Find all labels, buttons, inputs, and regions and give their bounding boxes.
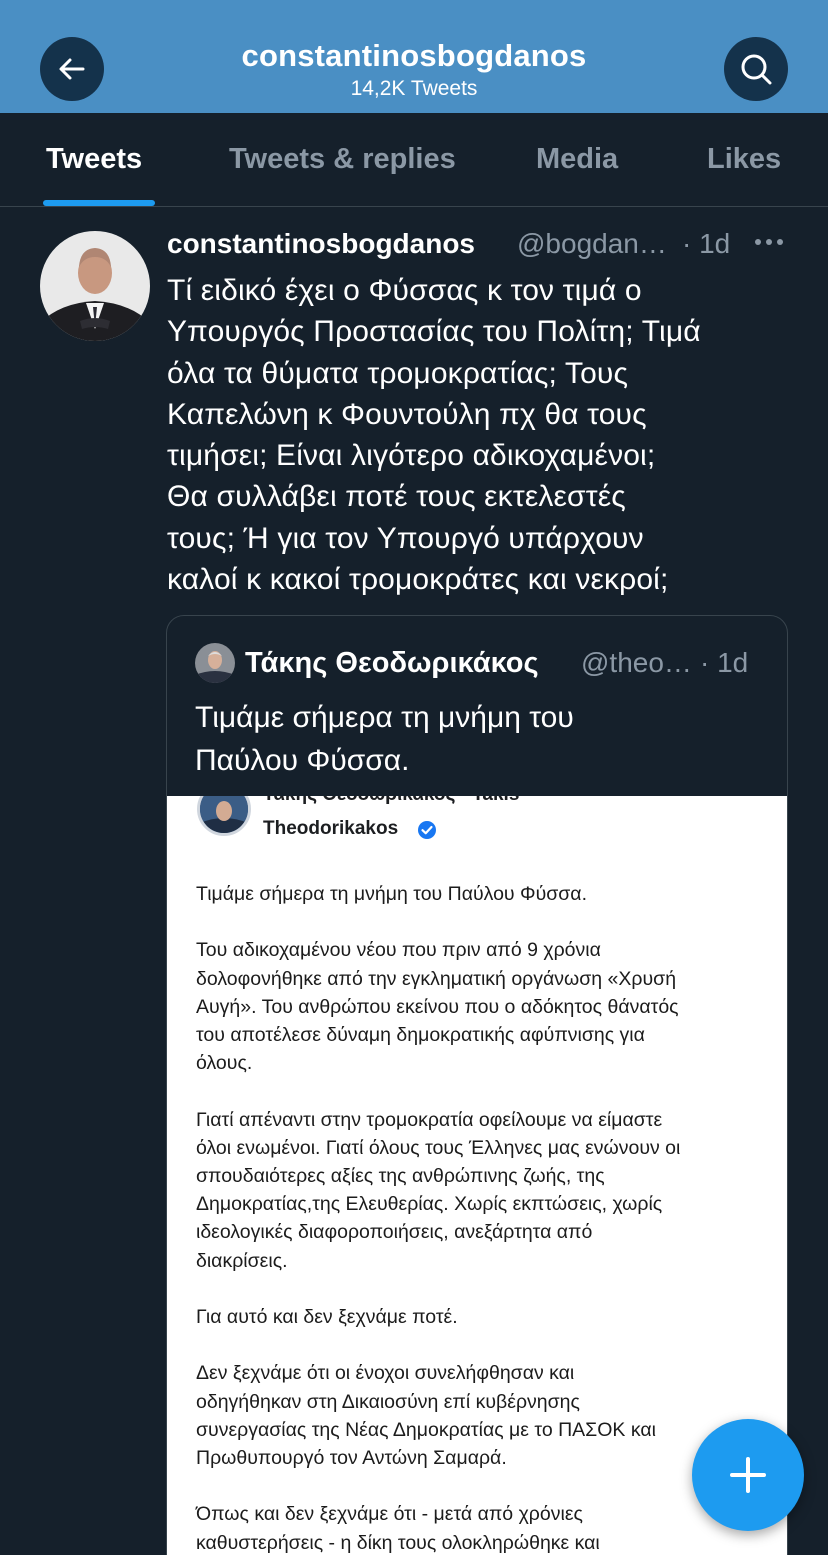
tweet-author-name[interactable]: constantinosbogdanos <box>167 228 475 260</box>
post-body: Τιμάμε σήμερα τη μνήμη του Παύλου Φύσσα.… <box>196 880 776 1555</box>
profile-tabs: Tweets Tweets & replies Media Likes <box>0 113 828 207</box>
quoted-author-name: Τάκης Θεοδωρικάκος <box>245 647 539 679</box>
post-line: καθυστερήσεις - η δίκη τους ολοκληρώθηκε… <box>196 1531 600 1554</box>
post-line: Αυγή». Του ανθρώπου εκείνου που ο αδόκητ… <box>196 995 679 1018</box>
post-line: όλοι ενωμένοι. Γιατί όλους τους Έλληνες … <box>196 1136 681 1159</box>
post-line: Δημοκρατίας,της Ελευθερίας. Χωρίς εκπτώσ… <box>196 1193 663 1216</box>
post-line: του αποτέλεσε δύναμη δημοκρατικής αφύπνι… <box>196 1024 645 1046</box>
avatar[interactable] <box>40 231 150 341</box>
tweet-timestamp[interactable]: · 1d <box>682 228 730 260</box>
post-line: Γιατί απέναντι στην τρομοκρατία οφείλουμ… <box>196 1108 663 1131</box>
quoted-author-handle: @theo… <box>581 647 692 678</box>
post-line: όλους. <box>196 1052 253 1075</box>
verified-badge-icon <box>418 821 436 839</box>
post-line: οδηγήθηκαν στη Δικαιοσύνη επί κυβέρνησης <box>196 1390 580 1413</box>
search-icon <box>741 54 772 85</box>
quoted-tweet[interactable]: Τάκης Θεοδωρικάκος @theo… · 1d Τιμάμε σή… <box>166 615 788 1555</box>
tweet-header: constantinosbogdanos @bogdan… · 1d <box>167 228 787 264</box>
quoted-text-line: Παύλου Φύσσα. <box>195 744 410 777</box>
tab-media[interactable]: Media <box>536 143 618 176</box>
tweet-text: Τί ειδικό έχει ο Φύσσας κ τον τιμά ο Υπο… <box>167 270 792 600</box>
active-tab-indicator <box>43 200 155 206</box>
post-line: Πρωθυπουργό τον Αντώνη Σαμαρά. <box>196 1447 507 1469</box>
compose-tweet-button[interactable] <box>692 1419 804 1531</box>
quoted-timestamp: · 1d <box>700 647 749 678</box>
post-line: συνεργασίας της Νέας Δημοκρατίας με το Π… <box>196 1418 656 1441</box>
tab-tweets-and-replies[interactable]: Tweets & replies <box>229 143 456 176</box>
post-author-name: Τάκης Θεοδωρικάκος - Takis <box>263 796 519 806</box>
more-horizontal-icon[interactable] <box>754 235 784 249</box>
post-line: διακρίσεις. <box>196 1249 288 1272</box>
quoted-author-avatar <box>195 643 235 683</box>
post-line: Τιμάμε σήμερα τη μνήμη του Παύλου Φύσσα. <box>196 883 587 905</box>
tweet-text-line: τους; Ή για τον Υπουργό υπάρχουν <box>167 521 644 555</box>
quoted-text: Τιμάμε σήμερα τη μνήμη του Παύλου Φύσσα. <box>195 696 574 782</box>
tweet-text-line: Υπουργός Προστασίας του Πολίτη; Τιμά <box>167 315 701 349</box>
search-button[interactable] <box>724 37 788 101</box>
post-author-avatar <box>197 796 251 836</box>
tweet-text-line: Τί ειδικό έχει ο Φύσσας κ τον τιμά ο <box>167 274 642 307</box>
post-line: σπουδαιότερες αξίες της ανθρώπινης ζωής,… <box>196 1165 605 1187</box>
post-line: ιδεολογικές διαφοροποιήσεις, ανεξάρτητα … <box>196 1221 593 1244</box>
tweet-count: 14,2K Tweets <box>350 77 478 100</box>
post-line: δολοφονήθηκε από την εγκληματική οργάνωσ… <box>196 967 677 990</box>
tweet-text-line: όλα τα θύματα τρομοκρατίας; Τους <box>167 356 629 390</box>
tweet-text-line: τιμήσει; Είναι λιγότερο αδικοχαμένοι; <box>167 439 656 473</box>
tweet-text-line: Καπελώνη κ Φουντούλη πχ θα τους <box>167 397 647 431</box>
compose-plus-icon <box>730 1457 766 1493</box>
tweet-author-handle[interactable]: @bogdan… <box>517 228 667 260</box>
post-line: Όπως και δεν ξεχνάμε ότι - μετά από χρόν… <box>196 1503 583 1526</box>
profile-header: constantinosbogdanos 14,2K Tweets <box>0 0 828 113</box>
post-line: Του αδικοχαμένου νέου που πριν από 9 χρό… <box>196 939 601 962</box>
post-author-name-cont: Theodorikakos <box>263 818 399 839</box>
tab-likes[interactable]: Likes <box>707 143 781 176</box>
tab-tweets[interactable]: Tweets <box>46 143 142 176</box>
profile-title: constantinosbogdanos <box>241 38 587 73</box>
tweet-text-line: καλοί κ κακοί τρομοκράτες και νεκροί; <box>167 563 669 597</box>
post-line: Για αυτό και δεν ξεχνάμε ποτέ. <box>196 1306 458 1328</box>
quoted-image[interactable]: Τάκης Θεοδωρικάκος - Takis Theodorikakos… <box>167 796 787 1555</box>
post-line: Δεν ξεχνάμε ότι οι ένοχοι συνελήφθησαν κ… <box>196 1362 575 1385</box>
tweet-text-line: Θα συλλάβει ποτέ τους εκτελεστές <box>167 480 626 514</box>
quoted-text-line: Τιμάμε σήμερα τη μνήμη του <box>195 701 574 734</box>
